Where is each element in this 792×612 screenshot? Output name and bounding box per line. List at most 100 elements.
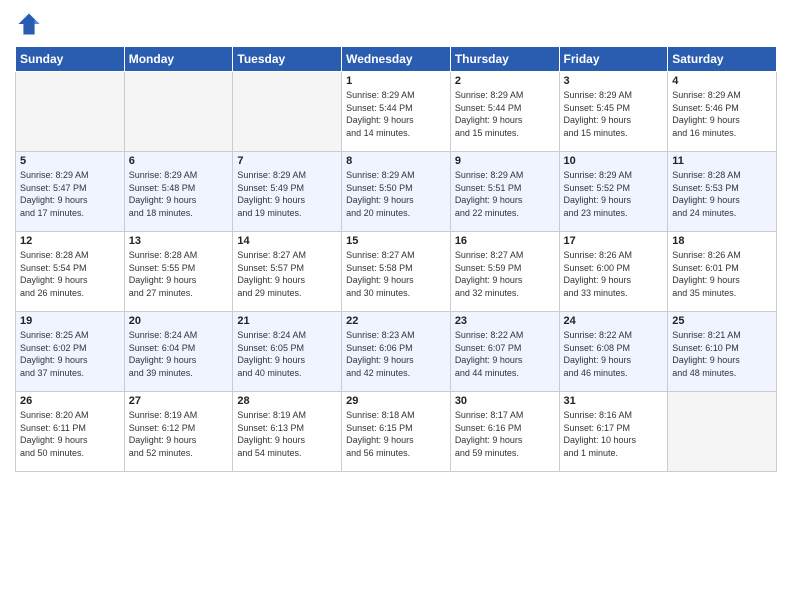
day-info: Sunrise: 8:16 AM Sunset: 6:17 PM Dayligh… [564,409,664,459]
week-row-4: 19 Sunrise: 8:25 AM Sunset: 6:02 PM Dayli… [16,312,777,392]
day-number: 17 [564,235,664,247]
day-info: Sunrise: 8:28 AM Sunset: 5:55 PM Dayligh… [129,249,229,299]
day-number: 9 [455,155,555,167]
day-number: 28 [237,395,337,407]
weekday-wednesday: Wednesday [342,47,451,72]
calendar-cell: 18Sunrise: 8:26 AM Sunset: 6:01 PM Dayli… [668,232,777,312]
day-info: Sunrise: 8:29 AM Sunset: 5:44 PM Dayligh… [346,89,446,139]
calendar-cell: 26 Sunrise: 8:20 AM Sunset: 6:11 PM Dayli… [16,392,125,472]
day-info: Sunrise: 8:20 AM Sunset: 6:11 PM Dayligh… [20,409,120,459]
calendar-cell: 6 Sunrise: 8:29 AM Sunset: 5:48 PM Daylig… [124,152,233,232]
calendar-cell: 27 Sunrise: 8:19 AM Sunset: 6:12 PM Dayli… [124,392,233,472]
logo-icon [15,10,43,38]
weekday-saturday: Saturday [668,47,777,72]
day-info: Sunrise: 8:23 AM Sunset: 6:06 PM Dayligh… [346,329,446,379]
day-info: Sunrise: 8:27 AM Sunset: 5:58 PM Dayligh… [346,249,446,299]
day-info: Sunrise: 8:29 AM Sunset: 5:52 PM Dayligh… [564,169,664,219]
day-info: Sunrise: 8:27 AM Sunset: 5:59 PM Dayligh… [455,249,555,299]
calendar-cell: 31 Sunrise: 8:16 AM Sunset: 6:17 PM Dayli… [559,392,668,472]
day-info: Sunrise: 8:26 AM Sunset: 6:01 PM Dayligh… [672,249,772,299]
day-number: 31 [564,395,664,407]
day-number: 11 [672,155,772,167]
day-number: 8 [346,155,446,167]
day-number: 4 [672,75,772,87]
calendar-cell: 29Sunrise: 8:18 AM Sunset: 6:15 PM Dayli… [342,392,451,472]
weekday-row: SundayMondayTuesdayWednesdayThursdayFrid… [16,47,777,72]
day-number: 10 [564,155,664,167]
day-info: Sunrise: 8:29 AM Sunset: 5:44 PM Dayligh… [455,89,555,139]
calendar-cell [16,72,125,152]
calendar-cell: 20 Sunrise: 8:24 AM Sunset: 6:04 PM Dayli… [124,312,233,392]
calendar-cell: 8 Sunrise: 8:29 AM Sunset: 5:50 PM Daylig… [342,152,451,232]
calendar-cell: 24 Sunrise: 8:22 AM Sunset: 6:08 PM Dayli… [559,312,668,392]
day-info: Sunrise: 8:24 AM Sunset: 6:04 PM Dayligh… [129,329,229,379]
day-number: 6 [129,155,229,167]
calendar-cell: 17Sunrise: 8:26 AM Sunset: 6:00 PM Dayli… [559,232,668,312]
day-info: Sunrise: 8:29 AM Sunset: 5:51 PM Dayligh… [455,169,555,219]
day-number: 16 [455,235,555,247]
day-info: Sunrise: 8:19 AM Sunset: 6:13 PM Dayligh… [237,409,337,459]
logo [15,10,47,38]
day-info: Sunrise: 8:21 AM Sunset: 6:10 PM Dayligh… [672,329,772,379]
day-number: 22 [346,315,446,327]
calendar-cell: 30Sunrise: 8:17 AM Sunset: 6:16 PM Dayli… [450,392,559,472]
calendar-cell: 23Sunrise: 8:22 AM Sunset: 6:07 PM Dayli… [450,312,559,392]
day-number: 2 [455,75,555,87]
week-row-5: 26 Sunrise: 8:20 AM Sunset: 6:11 PM Dayli… [16,392,777,472]
day-info: Sunrise: 8:29 AM Sunset: 5:49 PM Dayligh… [237,169,337,219]
day-info: Sunrise: 8:24 AM Sunset: 6:05 PM Dayligh… [237,329,337,379]
day-info: Sunrise: 8:25 AM Sunset: 6:02 PM Dayligh… [20,329,120,379]
day-number: 24 [564,315,664,327]
weekday-monday: Monday [124,47,233,72]
day-info: Sunrise: 8:28 AM Sunset: 5:54 PM Dayligh… [20,249,120,299]
day-info: Sunrise: 8:29 AM Sunset: 5:48 PM Dayligh… [129,169,229,219]
weekday-friday: Friday [559,47,668,72]
calendar-cell: 9 Sunrise: 8:29 AM Sunset: 5:51 PM Daylig… [450,152,559,232]
calendar-cell [124,72,233,152]
day-number: 15 [346,235,446,247]
day-info: Sunrise: 8:19 AM Sunset: 6:12 PM Dayligh… [129,409,229,459]
calendar-cell: 16 Sunrise: 8:27 AM Sunset: 5:59 PM Dayli… [450,232,559,312]
day-number: 25 [672,315,772,327]
calendar-cell: 22 Sunrise: 8:23 AM Sunset: 6:06 PM Dayli… [342,312,451,392]
day-number: 12 [20,235,120,247]
calendar-cell: 25 Sunrise: 8:21 AM Sunset: 6:10 PM Dayli… [668,312,777,392]
calendar-cell: 15 Sunrise: 8:27 AM Sunset: 5:58 PM Dayli… [342,232,451,312]
day-number: 5 [20,155,120,167]
day-number: 1 [346,75,446,87]
day-number: 20 [129,315,229,327]
day-info: Sunrise: 8:28 AM Sunset: 5:53 PM Dayligh… [672,169,772,219]
week-row-3: 12 Sunrise: 8:28 AM Sunset: 5:54 PM Dayli… [16,232,777,312]
calendar-cell: 1 Sunrise: 8:29 AM Sunset: 5:44 PM Daylig… [342,72,451,152]
day-number: 29 [346,395,446,407]
day-number: 19 [20,315,120,327]
day-number: 26 [20,395,120,407]
weekday-sunday: Sunday [16,47,125,72]
day-number: 7 [237,155,337,167]
calendar-cell: 12 Sunrise: 8:28 AM Sunset: 5:54 PM Dayli… [16,232,125,312]
day-info: Sunrise: 8:17 AM Sunset: 6:16 PM Dayligh… [455,409,555,459]
day-number: 21 [237,315,337,327]
weekday-thursday: Thursday [450,47,559,72]
calendar-cell: 7 Sunrise: 8:29 AM Sunset: 5:49 PM Daylig… [233,152,342,232]
day-number: 14 [237,235,337,247]
calendar: SundayMondayTuesdayWednesdayThursdayFrid… [15,46,777,472]
calendar-cell: 11 Sunrise: 8:28 AM Sunset: 5:53 PM Dayli… [668,152,777,232]
calendar-cell: 13 Sunrise: 8:28 AM Sunset: 5:55 PM Dayli… [124,232,233,312]
day-info: Sunrise: 8:22 AM Sunset: 6:08 PM Dayligh… [564,329,664,379]
calendar-cell: 5Sunrise: 8:29 AM Sunset: 5:47 PM Daylig… [16,152,125,232]
calendar-cell: 3Sunrise: 8:29 AM Sunset: 5:45 PM Daylig… [559,72,668,152]
calendar-cell: 14Sunrise: 8:27 AM Sunset: 5:57 PM Dayli… [233,232,342,312]
day-info: Sunrise: 8:29 AM Sunset: 5:50 PM Dayligh… [346,169,446,219]
day-number: 3 [564,75,664,87]
calendar-body: 1 Sunrise: 8:29 AM Sunset: 5:44 PM Daylig… [16,72,777,472]
calendar-cell [668,392,777,472]
calendar-cell: 28 Sunrise: 8:19 AM Sunset: 6:13 PM Dayli… [233,392,342,472]
week-row-1: 1 Sunrise: 8:29 AM Sunset: 5:44 PM Daylig… [16,72,777,152]
day-number: 27 [129,395,229,407]
day-number: 13 [129,235,229,247]
calendar-cell: 21 Sunrise: 8:24 AM Sunset: 6:05 PM Dayli… [233,312,342,392]
day-info: Sunrise: 8:22 AM Sunset: 6:07 PM Dayligh… [455,329,555,379]
calendar-cell: 2 Sunrise: 8:29 AM Sunset: 5:44 PM Daylig… [450,72,559,152]
day-info: Sunrise: 8:29 AM Sunset: 5:46 PM Dayligh… [672,89,772,139]
